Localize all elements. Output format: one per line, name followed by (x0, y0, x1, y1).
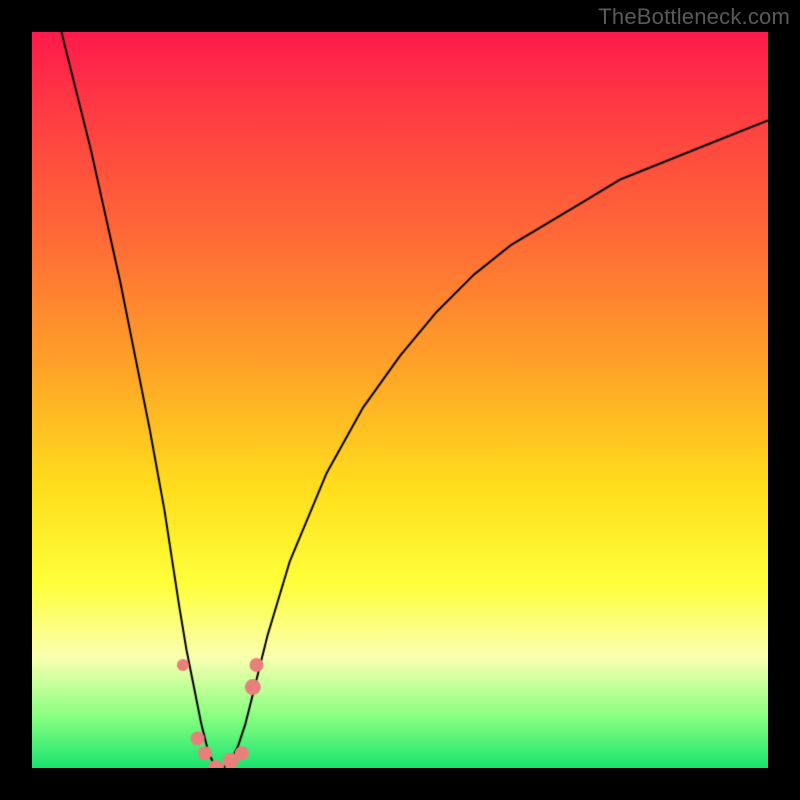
bottleneck-curve-canvas (32, 32, 768, 768)
plot-area (32, 32, 768, 768)
watermark-text: TheBottleneck.com (598, 4, 790, 30)
chart-container: TheBottleneck.com (0, 0, 800, 800)
